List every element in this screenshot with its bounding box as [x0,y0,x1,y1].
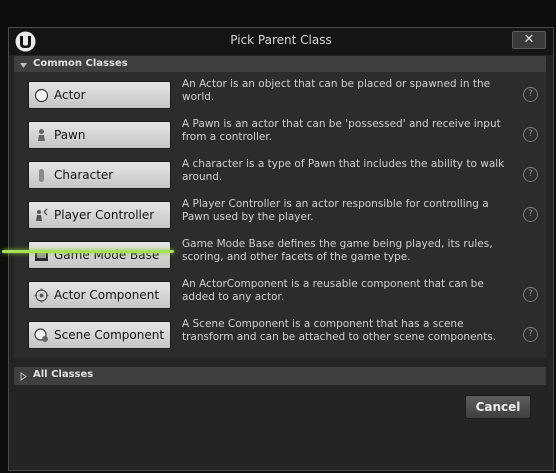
actor-component-button-label: Actor Component [54,288,160,302]
help-icon[interactable]: ? [523,167,538,182]
common-classes-label: Common Classes [33,58,128,69]
player-controller-description: A Player Controller is an actor responsi… [182,198,489,223]
scene-component-description: A Scene Component is a component that ha… [182,318,497,343]
actor-component-button[interactable]: Actor Component [28,281,171,309]
close-button[interactable]: ✕ [512,31,546,49]
character-description: A character is a type of Pawn that inclu… [182,158,505,183]
list-item: Actor An Actor is an object that can be … [14,77,546,117]
actor-component-description: An ActorComponent is a reusable componen… [182,278,484,303]
expanded-arrow-icon [20,63,27,68]
scene-component-icon [34,328,48,342]
highlight-underline [2,250,174,253]
character-icon [39,169,44,182]
pawn-description: A Pawn is an actor that can be 'possesse… [182,118,501,143]
list-item: Actor Component An ActorComponent is a r… [14,277,546,317]
help-icon[interactable]: ? [523,87,538,102]
pawn-icon [38,129,45,141]
dialog-title: Pick Parent Class [230,33,332,47]
collapsed-arrow-icon [20,372,27,381]
scene-component-button[interactable]: Scene Component [28,321,171,349]
cancel-button[interactable]: Cancel [465,395,531,419]
list-item: Scene Component A Scene Component is a c… [14,317,546,357]
actor-button[interactable]: Actor [28,81,171,109]
list-item: Character A character is a type of Pawn … [14,157,546,197]
pawn-button[interactable]: Pawn [28,121,171,149]
help-icon[interactable]: ? [523,287,538,302]
help-icon[interactable]: ? [523,207,538,222]
pawn-button-label: Pawn [54,128,86,142]
title-bar[interactable]: Pick Parent Class ✕ [9,28,553,55]
common-classes-list: Actor An Actor is an object that can be … [14,72,546,358]
list-item: Game Mode Base Game Mode Base defines th… [14,237,546,277]
actor-sphere-icon [34,88,49,103]
scene-component-button-label: Scene Component [54,328,165,342]
actor-description: An Actor is an object that can be placed… [182,78,491,103]
character-button-label: Character [54,168,114,182]
pick-parent-class-dialog: Pick Parent Class ✕ Common Classes Actor… [8,27,554,471]
all-classes-header[interactable]: All Classes [14,367,546,385]
actor-button-label: Actor [54,88,86,102]
help-icon[interactable]: ? [523,127,538,142]
player-controller-button-label: Player Controller [54,208,155,222]
game-mode-base-button[interactable]: Game Mode Base [28,241,171,269]
game-mode-base-description: Game Mode Base defines the game being pl… [182,238,493,263]
help-icon[interactable]: ? [523,327,538,342]
player-controller-button[interactable]: Player Controller [28,201,171,229]
actor-component-icon [34,288,49,303]
player-controller-icon [36,208,48,221]
list-item: Player Controller A Player Controller is… [14,197,546,237]
list-item: Pawn A Pawn is an actor that can be 'pos… [14,117,546,157]
character-button[interactable]: Character [28,161,171,189]
all-classes-label: All Classes [33,369,94,380]
